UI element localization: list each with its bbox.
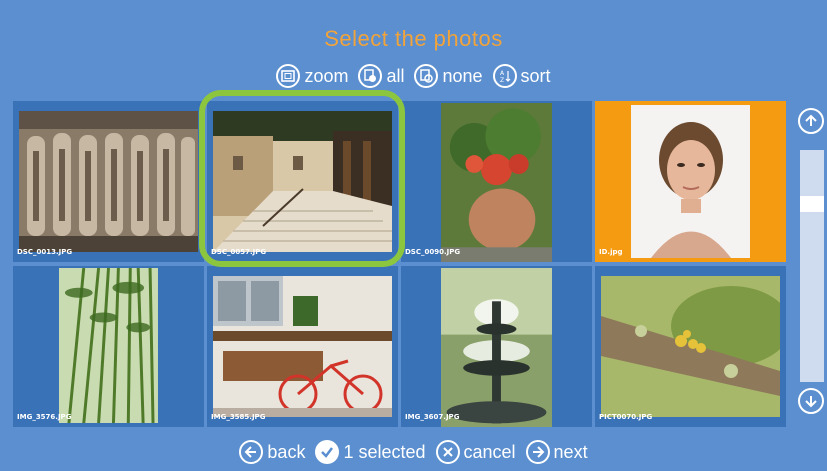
arrow-right-icon: [525, 440, 550, 464]
sort-button[interactable]: AZ sort: [492, 64, 551, 88]
select-none-label: none: [442, 65, 483, 86]
photo-thumbnail: [213, 276, 392, 417]
zoom-label: zoom: [304, 65, 349, 86]
photo-tile[interactable]: DSC_0013.JPG: [13, 101, 204, 262]
photo-filename: PICT0070.JPG: [599, 413, 653, 421]
back-label: back: [267, 441, 306, 462]
page-title: Select the photos: [324, 26, 503, 51]
svg-text:Z: Z: [500, 77, 504, 83]
photo-tile[interactable]: IMG_3607.JPG: [401, 266, 592, 427]
svg-text:A: A: [500, 70, 505, 77]
sort-az-icon: AZ: [492, 64, 517, 88]
photo-thumbnail: [19, 111, 198, 252]
photo-filename: DSC_0090.JPG: [405, 248, 461, 256]
photo-tile[interactable]: IMG_3576.JPG: [13, 266, 204, 427]
toolbar: zoom all none AZ sort: [0, 64, 827, 88]
next-label: next: [553, 441, 588, 462]
photo-thumbnail: [441, 103, 552, 262]
scrollbar[interactable]: [798, 108, 824, 420]
photo-filename: IMG_3607.JPG: [405, 413, 460, 421]
select-none-icon: [414, 64, 439, 88]
zoom-button[interactable]: zoom: [276, 64, 348, 88]
check-icon: [315, 440, 340, 464]
scroll-up-button[interactable]: [798, 108, 824, 134]
close-icon: [435, 440, 460, 464]
photo-filename: DSC_0013.JPG: [17, 248, 73, 256]
photo-filename: IMG_3576.JPG: [17, 413, 72, 421]
arrow-down-icon: [805, 396, 817, 408]
select-all-button[interactable]: all: [358, 64, 404, 88]
cancel-button[interactable]: cancel: [435, 440, 516, 464]
photo-thumbnail: [441, 268, 552, 427]
next-button[interactable]: next: [525, 440, 588, 464]
photo-thumbnail: [59, 268, 158, 424]
selected-count-label: 1 selected: [343, 441, 426, 462]
photo-tile[interactable]: IMG_3585.JPG: [207, 266, 398, 427]
bottom-bar: back 1 selected cancel next: [0, 440, 827, 464]
zoom-icon: [276, 64, 301, 88]
photo-thumbnail: [631, 105, 750, 258]
photo-tile-selected[interactable]: DSC_0057.JPG: [207, 101, 398, 262]
arrow-left-icon: [239, 440, 264, 464]
selected-indicator: 1 selected: [315, 440, 426, 464]
scroll-thumb[interactable]: [800, 196, 824, 212]
photo-tile[interactable]: PICT0070.JPG: [595, 266, 786, 427]
select-all-label: all: [386, 65, 405, 86]
photo-thumbnail: [213, 111, 392, 252]
scroll-track[interactable]: [800, 150, 824, 382]
select-all-icon: [358, 64, 383, 88]
back-button[interactable]: back: [239, 440, 305, 464]
photo-thumbnail: [601, 276, 780, 417]
select-none-button[interactable]: none: [414, 64, 483, 88]
photo-filename: ID.jpg: [599, 248, 623, 256]
arrow-up-icon: [805, 114, 817, 126]
photo-tile[interactable]: DSC_0090.JPG: [401, 101, 592, 262]
photo-grid: DSC_0013.JPG DSC_0057.JPG DSC_0090.JPG I…: [13, 101, 788, 427]
scroll-down-button[interactable]: [798, 388, 824, 414]
photo-filename: DSC_0057.JPG: [211, 248, 267, 256]
sort-label: sort: [520, 65, 551, 86]
photo-tile-highlighted[interactable]: ID.jpg: [595, 101, 786, 262]
cancel-label: cancel: [463, 441, 516, 462]
photo-filename: IMG_3585.JPG: [211, 413, 266, 421]
